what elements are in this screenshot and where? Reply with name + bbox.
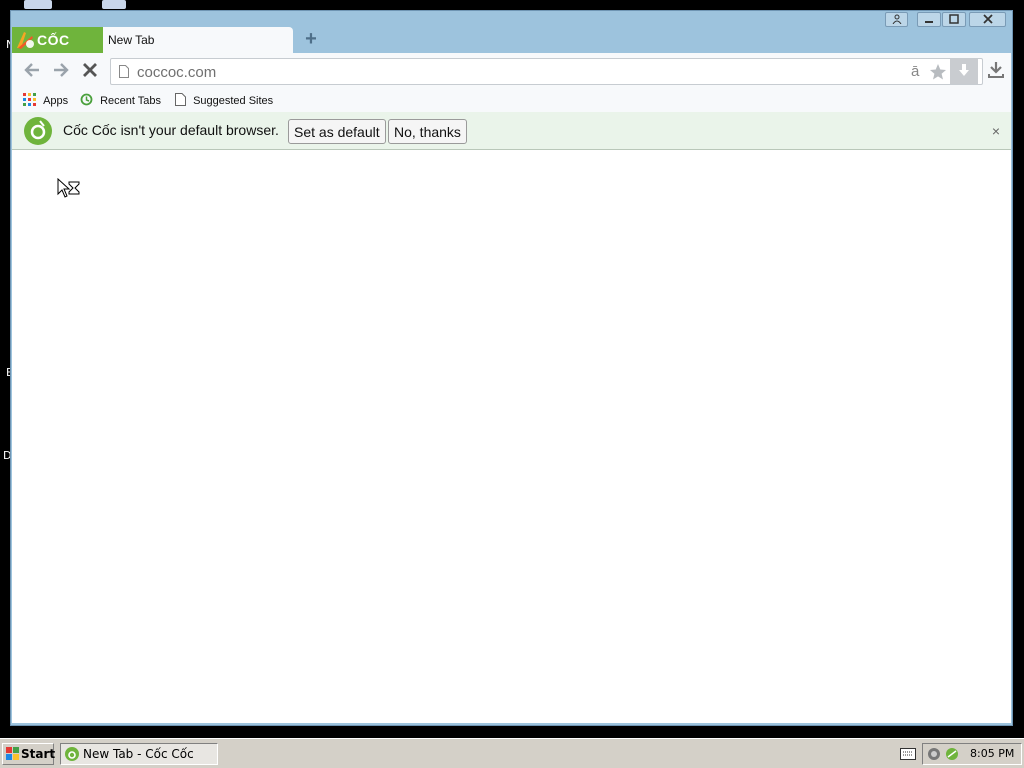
coccoc-logo[interactable]: CỐC CỐC [12, 27, 103, 74]
title-bar[interactable]: CỐC CỐC New Tab + [11, 11, 1012, 74]
downloads-button[interactable] [985, 61, 1007, 83]
url-input[interactable] [135, 61, 899, 84]
bookmark-label: Recent Tabs [100, 95, 162, 107]
new-tab-button[interactable]: + [299, 28, 323, 52]
taskbar: Start New Tab - Cốc Cốc 8:05 PM [0, 738, 1024, 768]
coccoc-tray-icon[interactable] [945, 747, 959, 761]
close-icon [982, 14, 993, 24]
windows-logo-icon [6, 747, 19, 760]
profile-icon [892, 14, 901, 25]
infobar-close-icon[interactable]: × [992, 123, 1000, 139]
close-button[interactable] [969, 12, 1006, 27]
bookmark-apps[interactable]: Apps [23, 93, 68, 109]
bookmark-recent-tabs[interactable]: Recent Tabs [80, 93, 161, 109]
network-tray-icon[interactable] [927, 747, 941, 761]
back-button[interactable] [21, 61, 43, 83]
busy-cursor-icon [57, 178, 80, 198]
minimize-icon [925, 21, 933, 23]
bookmark-label: Apps [43, 95, 69, 107]
star-icon[interactable] [929, 63, 947, 81]
page-icon [119, 65, 129, 78]
taskbar-item-browser[interactable]: New Tab - Cốc Cốc [60, 743, 218, 765]
default-browser-infobar: Cốc Cốc isn't your default browser. Set … [12, 112, 1011, 150]
savior-download-icon [959, 64, 969, 76]
set-as-default-button[interactable]: Set as default [288, 119, 386, 144]
toolbar: ā [12, 53, 1011, 90]
back-arrow-icon [24, 63, 39, 77]
tab-title: New Tab [108, 33, 155, 47]
system-tray: 8:05 PM [922, 743, 1022, 765]
page-icon [175, 93, 186, 106]
coccoc-round-logo-icon [24, 117, 52, 145]
stop-button[interactable] [79, 61, 101, 83]
download-icon [988, 62, 1004, 78]
minimize-button[interactable] [917, 12, 941, 27]
forward-button[interactable] [50, 61, 72, 83]
coccoc-leaf-icon [17, 32, 34, 49]
address-bar[interactable]: ā [110, 58, 983, 85]
page-content[interactable] [12, 150, 1011, 723]
apps-grid-icon [23, 93, 36, 106]
bookmark-suggested-sites[interactable]: Suggested Sites [175, 93, 273, 109]
maximize-icon [949, 14, 959, 24]
bookmark-label: Suggested Sites [193, 95, 274, 107]
bookmarks-bar: Apps Recent Tabs Suggested Sites [12, 90, 1011, 112]
savior-button[interactable] [950, 59, 978, 84]
desktop-icon[interactable] [24, 0, 52, 9]
desktop-icon[interactable] [102, 0, 126, 9]
taskbar-item-label: New Tab - Cốc Cốc [83, 747, 194, 761]
stop-x-icon [83, 63, 97, 77]
no-thanks-button[interactable]: No, thanks [388, 119, 467, 144]
profile-button[interactable] [885, 12, 908, 27]
infobar-message: Cốc Cốc isn't your default browser. [63, 122, 279, 138]
clock: 8:05 PM [970, 747, 1015, 760]
recent-tabs-icon [80, 93, 93, 106]
start-button[interactable]: Start [2, 743, 56, 765]
browser-window: CỐC CỐC New Tab + ā [10, 10, 1013, 726]
translate-icon[interactable]: ā [911, 63, 919, 80]
coccoc-taskbar-icon [65, 747, 79, 761]
keyboard-icon[interactable] [900, 748, 916, 760]
start-label: Start [21, 747, 56, 761]
tab-new-tab[interactable]: New Tab [103, 27, 293, 53]
maximize-button[interactable] [942, 12, 966, 27]
forward-arrow-icon [54, 63, 69, 77]
